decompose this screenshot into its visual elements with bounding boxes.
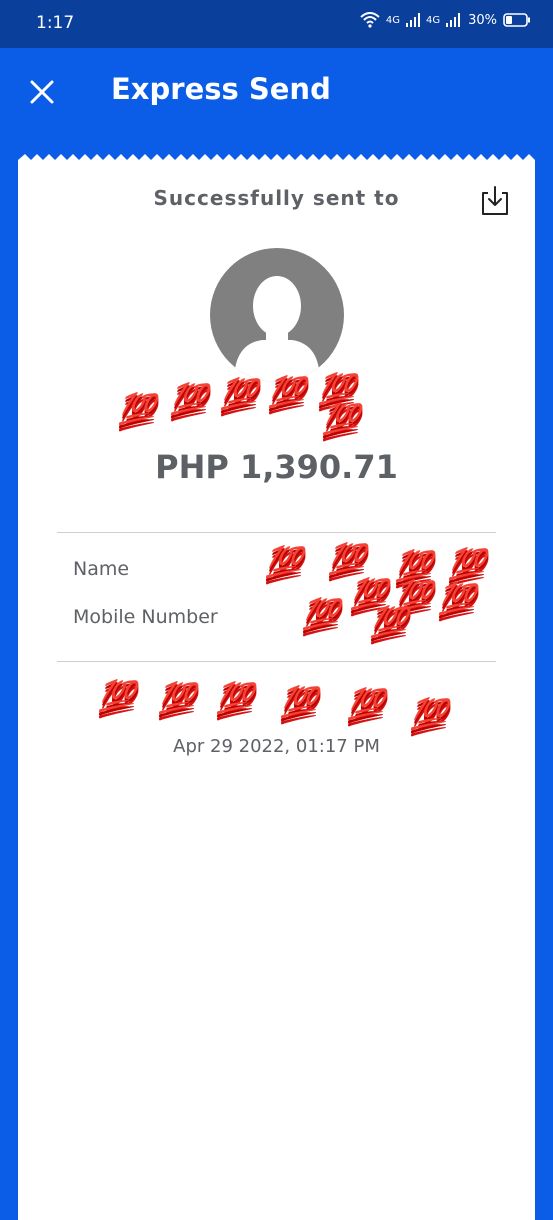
name-label: Name [73,558,130,580]
success-heading: Successfully sent to [153,186,400,210]
divider-top [57,532,496,533]
download-button[interactable] [478,184,512,218]
redaction-mark: 💯 [328,542,365,577]
battery-percent: 30% [468,12,497,28]
transaction-timestamp: Apr 29 2022, 01:17 PM [173,736,380,757]
battery-icon [503,13,530,27]
divider-bottom [57,661,496,662]
redaction-mark: 💯 [158,681,195,716]
status-bar: 1:17 4G 4G 30% [0,0,553,48]
redaction-mark: 💯 [438,582,475,617]
redaction-mark: 💯 [118,392,155,427]
download-icon [482,186,508,215]
network-type-1: 4G [385,14,400,26]
status-time: 1:17 [36,13,75,33]
redaction-mark: 💯 [280,685,317,720]
network-type-2: 4G [425,14,441,26]
redaction-mark: 💯 [395,549,432,584]
redaction-mark: 💯 [370,605,407,640]
redaction-mark: 💯 [448,547,485,582]
signal-icon [405,13,420,27]
close-button[interactable] [26,76,58,108]
redaction-mark: 💯 [410,697,447,732]
page-title: Express Send [111,72,331,106]
redaction-mark: 💯 [220,377,257,412]
redaction-mark: 💯 [265,545,302,580]
redaction-mark: 💯 [268,375,305,410]
amount-sent: PHP 1,390.71 [155,448,398,486]
app-bar: Express Send [0,48,553,136]
status-icons: 4G 4G 30% [360,12,531,28]
redaction-mark: 💯 [322,402,359,437]
redaction-mark: 💯 [170,382,207,417]
redaction-mark: 💯 [98,679,135,714]
redaction-mark: 💯 [318,372,355,407]
recipient-avatar [210,248,344,382]
signal-icon [446,13,461,27]
receipt-zigzag-edge [18,150,535,160]
redaction-mark: 💯 [302,597,339,632]
redaction-mark: 💯 [216,681,253,716]
avatar-icon [234,276,320,382]
redaction-mark: 💯 [347,687,384,722]
mobile-number-label: Mobile Number [73,606,218,628]
close-icon [30,80,54,104]
wifi-icon [360,12,380,28]
